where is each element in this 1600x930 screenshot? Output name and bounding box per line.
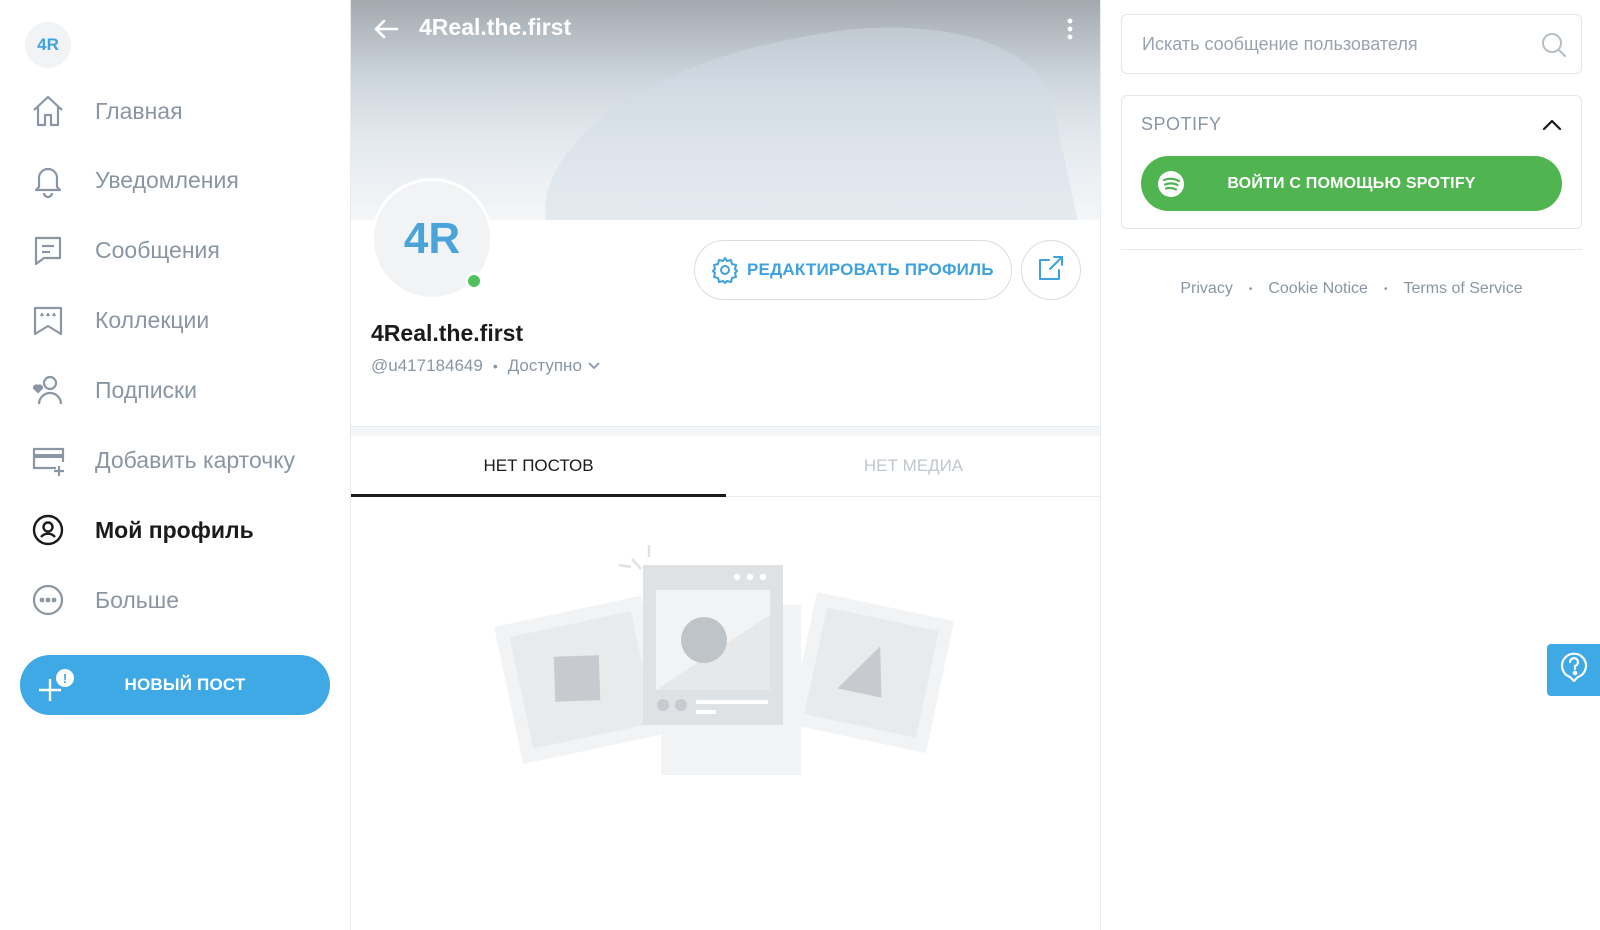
sidebar-item-label: Коллекции (95, 306, 210, 333)
profile-main: 4Real.the.first 4R РЕДАКТИРОВАТЬ ПРОФИЛЬ… (351, 0, 1101, 930)
right-divider (1121, 249, 1582, 250)
availability-status: Доступно (507, 356, 582, 375)
sidebar-item-label: Главная (95, 97, 183, 124)
share-icon (1037, 254, 1065, 287)
bookmark-stars-icon (28, 300, 68, 340)
spotify-logo-icon (1157, 170, 1185, 198)
sidebar-item-label: Подписки (95, 376, 197, 403)
more-icon (28, 580, 68, 620)
section-divider (351, 426, 1100, 436)
subscriptions-icon (28, 370, 68, 410)
profile-circle-icon (28, 510, 68, 550)
terms-of-service-link[interactable]: Terms of Service (1403, 280, 1522, 298)
availability-status-dropdown[interactable]: Доступно (508, 356, 600, 376)
online-status-dot (465, 272, 483, 290)
spotify-title: SPOTIFY (1141, 114, 1222, 134)
new-post-badge: ! (63, 671, 67, 686)
plus-icon: ! (38, 669, 78, 701)
search-icon[interactable] (1541, 32, 1567, 58)
help-question-icon (1558, 651, 1590, 690)
new-post-button[interactable]: ! НОВЫЙ ПОСТ (20, 655, 330, 715)
right-panel: SPOTIFY ВОЙТИ С ПОМОЩЬЮ SPOTIFY Privacy … (1101, 0, 1600, 930)
sidebar-item-label: Сообщения (95, 236, 220, 263)
bell-icon (28, 160, 68, 200)
chevron-down-icon (588, 362, 600, 370)
profile-username: @u417184649 (371, 356, 483, 375)
tab-posts[interactable]: НЕТ ПОСТОВ (351, 436, 726, 497)
sidebar-item-add-card[interactable]: Добавить карточку (28, 435, 295, 485)
new-post-label: НОВЫЙ ПОСТ (124, 675, 246, 694)
user-message-search (1121, 14, 1582, 74)
sidebar-item-subscriptions[interactable]: Подписки (28, 365, 197, 415)
spotify-login-button[interactable]: ВОЙТИ С ПОМОЩЬЮ SPOTIFY (1141, 156, 1562, 211)
profile-display-name: 4Real.the.first (371, 320, 524, 346)
sidebar-item-notifications[interactable]: Уведомления (28, 155, 239, 205)
empty-state-illustration (491, 545, 961, 780)
page-title: 4Real.the.first (419, 14, 572, 40)
cookie-notice-link[interactable]: Cookie Notice (1268, 280, 1368, 298)
help-button[interactable] (1547, 644, 1600, 696)
search-input[interactable] (1142, 33, 1522, 55)
sidebar-item-label: Мой профиль (95, 516, 254, 543)
footer-separator: • (1248, 283, 1253, 295)
message-icon (28, 230, 68, 270)
spotify-login-label: ВОЙТИ С ПОМОЩЬЮ SPOTIFY (1227, 174, 1476, 192)
edit-profile-label: РЕДАКТИРОВАТЬ ПРОФИЛЬ (747, 260, 994, 279)
share-button[interactable] (1021, 240, 1081, 300)
gear-icon (711, 256, 739, 284)
sidebar-item-my-profile[interactable]: Мой профиль (28, 505, 254, 555)
sidebar-item-messages[interactable]: Сообщения (28, 225, 220, 275)
meta-separator: • (492, 358, 498, 374)
sidebar-avatar[interactable]: 4R (25, 22, 71, 68)
profile-tabs: НЕТ ПОСТОВ НЕТ МЕДИА (351, 436, 1100, 497)
sidebar-item-label: Добавить карточку (95, 446, 296, 473)
sidebar-item-label: Больше (95, 586, 180, 613)
sidebar-item-label: Уведомления (95, 166, 239, 193)
privacy-link[interactable]: Privacy (1180, 280, 1232, 298)
sidebar-item-home[interactable]: Главная (28, 86, 183, 136)
footer-links: Privacy • Cookie Notice • Terms of Servi… (1121, 280, 1582, 298)
card-add-icon (28, 440, 68, 480)
edit-profile-button[interactable]: РЕДАКТИРОВАТЬ ПРОФИЛЬ (694, 240, 1012, 300)
chevron-up-icon[interactable] (1535, 108, 1569, 142)
home-icon (28, 91, 68, 131)
spotify-card: SPOTIFY ВОЙТИ С ПОМОЩЬЮ SPOTIFY (1121, 95, 1582, 229)
sidebar: 4R Главная Уведомления Сообщения Коллекц… (0, 0, 351, 930)
kebab-menu-icon[interactable] (1055, 12, 1085, 46)
sidebar-item-collections[interactable]: Коллекции (28, 295, 209, 345)
back-arrow-icon[interactable] (369, 12, 403, 46)
footer-separator: • (1383, 283, 1388, 295)
tab-media[interactable]: НЕТ МЕДИА (726, 436, 1100, 496)
sidebar-item-more[interactable]: Больше (28, 575, 179, 625)
profile-meta: @u417184649 • Доступно (371, 356, 600, 376)
top-bar: 4Real.the.first (351, 0, 1100, 58)
